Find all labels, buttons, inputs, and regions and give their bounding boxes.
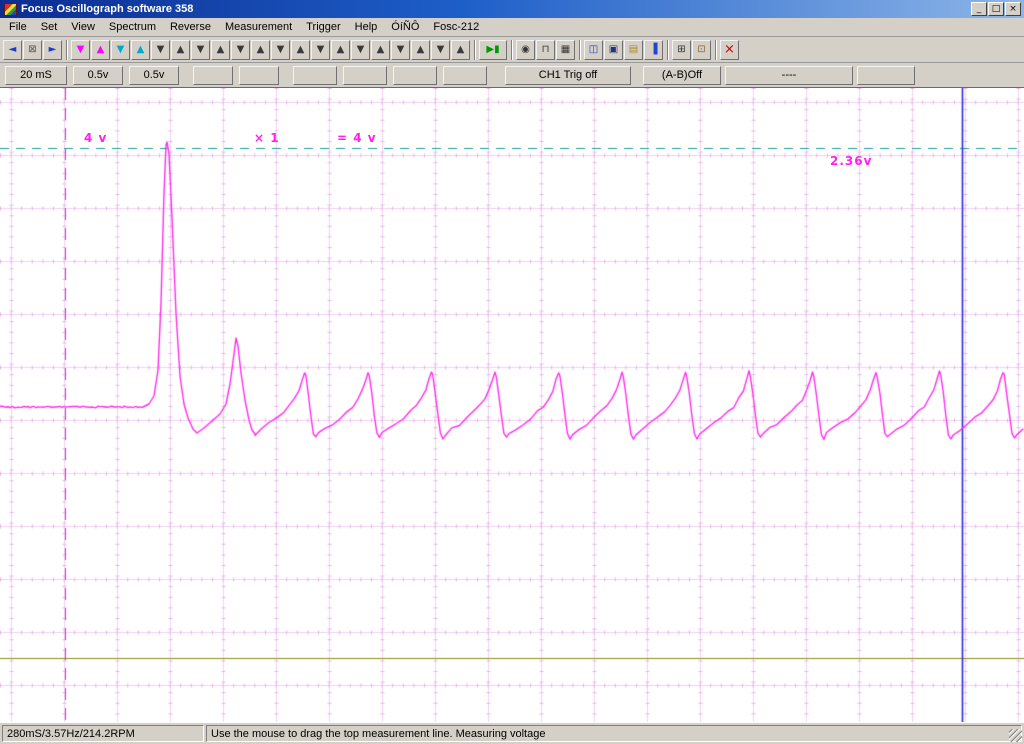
status-message: Use the mouse to drag the top measuremen… <box>206 725 1022 742</box>
spare-button[interactable] <box>193 65 233 85</box>
shift-up-button[interactable]: ▲ <box>451 39 470 60</box>
trigger-mode-button[interactable]: CH1 Trig off <box>505 65 631 85</box>
ch1-scale-button[interactable]: 0.5v <box>73 65 123 85</box>
split-view-button[interactable]: ◫ <box>584 39 603 60</box>
spare-button[interactable] <box>393 65 437 85</box>
status-measurements: 280mS/3.57Hz/214.2RPM <box>2 725 204 742</box>
grid-toggle-button[interactable]: ▦ <box>556 39 575 60</box>
app-icon <box>4 2 17 16</box>
shift-up-button[interactable]: ▲ <box>171 39 190 60</box>
run-pause-button[interactable]: ▶▮ <box>479 39 507 60</box>
menu-view[interactable]: View <box>64 19 102 35</box>
shift-up-button[interactable]: ▲ <box>371 39 390 60</box>
ab-mode-button[interactable]: (A-B)Off <box>643 65 721 85</box>
close-scope-button[interactable]: × <box>720 39 739 60</box>
statusbar: 280mS/3.57Hz/214.2RPM Use the mouse to d… <box>0 722 1024 744</box>
toolbar-separator <box>511 39 513 60</box>
shift-up-button[interactable]: ▲ <box>411 39 430 60</box>
result-value-label: = 4 v <box>337 131 377 145</box>
menu-set[interactable]: Set <box>34 19 65 35</box>
settings-toolbar: 20 mS 0.5v 0.5v CH1 Trig off (A-B)Off ---- <box>0 63 1024 88</box>
window-title: Focus Oscillograph software 358 <box>21 3 194 15</box>
menu-measurement[interactable]: Measurement <box>218 19 299 35</box>
scope-display[interactable]: 4 v × 1 = 4 v 2.36v <box>0 88 1024 722</box>
shift-down-button[interactable]: ▼ <box>231 39 250 60</box>
shift-down-button[interactable]: ▼ <box>311 39 330 60</box>
panel-toggle-button[interactable]: ▐ <box>644 39 663 60</box>
window-controls: _ □ × <box>971 2 1022 16</box>
shift-down-button[interactable]: ▼ <box>271 39 290 60</box>
spare-button[interactable] <box>857 65 915 85</box>
waveform-canvas[interactable] <box>0 88 1024 722</box>
ch2-scale-button[interactable]: 0.5v <box>129 65 179 85</box>
settings-grid-button[interactable]: ⊞ <box>672 39 691 60</box>
trigger-point-button[interactable]: ◉ <box>516 39 535 60</box>
open-file-button[interactable]: ▤ <box>624 39 643 60</box>
toolbar-separator <box>715 39 717 60</box>
menu-trigger[interactable]: Trigger <box>299 19 347 35</box>
cursor-readout-button[interactable]: ---- <box>725 65 853 85</box>
spare-button[interactable] <box>239 65 279 85</box>
menu-file[interactable]: File <box>2 19 34 35</box>
shift-down-button[interactable]: ▼ <box>431 39 450 60</box>
spare-button[interactable] <box>443 65 487 85</box>
shift-down-button[interactable]: ▼ <box>391 39 410 60</box>
menu-reverse[interactable]: Reverse <box>163 19 218 35</box>
maximize-button[interactable]: □ <box>988 2 1004 16</box>
menu-fosc-212[interactable]: Fosc-212 <box>426 19 486 35</box>
shift-down-button[interactable]: ▼ <box>191 39 210 60</box>
scroll-left-button[interactable]: ◄ <box>3 39 22 60</box>
shift-up-button[interactable]: ▲ <box>211 39 230 60</box>
menu-help[interactable]: Help <box>348 19 385 35</box>
shift-down-button[interactable]: ▼ <box>151 39 170 60</box>
ch1-shift-down-button[interactable]: ▼ <box>71 39 90 60</box>
toolbar-separator <box>667 39 669 60</box>
shift-down-button[interactable]: ▼ <box>351 39 370 60</box>
cursor-voltage-label: 2.36v <box>830 154 873 168</box>
ch1-shift-up-button[interactable]: ▲ <box>91 39 110 60</box>
ch2-shift-down-button[interactable]: ▼ <box>111 39 130 60</box>
snapshot-button[interactable]: ⊡ <box>692 39 711 60</box>
ch2-shift-up-button[interactable]: ▲ <box>131 39 150 60</box>
marker-button[interactable]: ⊠ <box>23 39 42 60</box>
close-button[interactable]: × <box>1005 2 1021 16</box>
shift-up-button[interactable]: ▲ <box>331 39 350 60</box>
minimize-button[interactable]: _ <box>971 2 987 16</box>
timebase-button[interactable]: 20 mS <box>5 65 67 85</box>
toolbar-separator <box>66 39 68 60</box>
menubar: File Set View Spectrum Reverse Measurement Tri… <box>0 18 1024 36</box>
menu--[interactable]: ÓíÑÔ <box>384 19 426 35</box>
menu-spectrum[interactable]: Spectrum <box>102 19 163 35</box>
multiplier-label: × 1 <box>254 131 280 145</box>
spare-button[interactable] <box>343 65 387 85</box>
titlebar[interactable]: Focus Oscillograph software 358 _ □ × <box>0 0 1024 18</box>
shift-up-button[interactable]: ▲ <box>251 39 270 60</box>
main-toolbar: ◄ ⊠ ► ▼ ▲ ▼ ▲ ▼ ▲ ▼ ▲ ▼ ▲ ▼ ▲ ▼ ▲ ▼ ▲ ▼ ▲ ▼ ▲ ▶▮ ◉ ⊓ ▦ ◫ ▣ ▤ ▐ ⊞ ⊡ × <box>0 36 1024 63</box>
pulse-view-button[interactable]: ⊓ <box>536 39 555 60</box>
range-value-label: 4 v <box>84 131 108 145</box>
app-window: Focus Oscillograph software 358 _ □ × Fi… <box>0 0 1024 744</box>
spare-button[interactable] <box>293 65 337 85</box>
shift-up-button[interactable]: ▲ <box>291 39 310 60</box>
toolbar-separator <box>474 39 476 60</box>
resize-grip[interactable] <box>1009 729 1022 742</box>
toolbar-separator <box>579 39 581 60</box>
save-button[interactable]: ▣ <box>604 39 623 60</box>
scroll-right-button[interactable]: ► <box>43 39 62 60</box>
